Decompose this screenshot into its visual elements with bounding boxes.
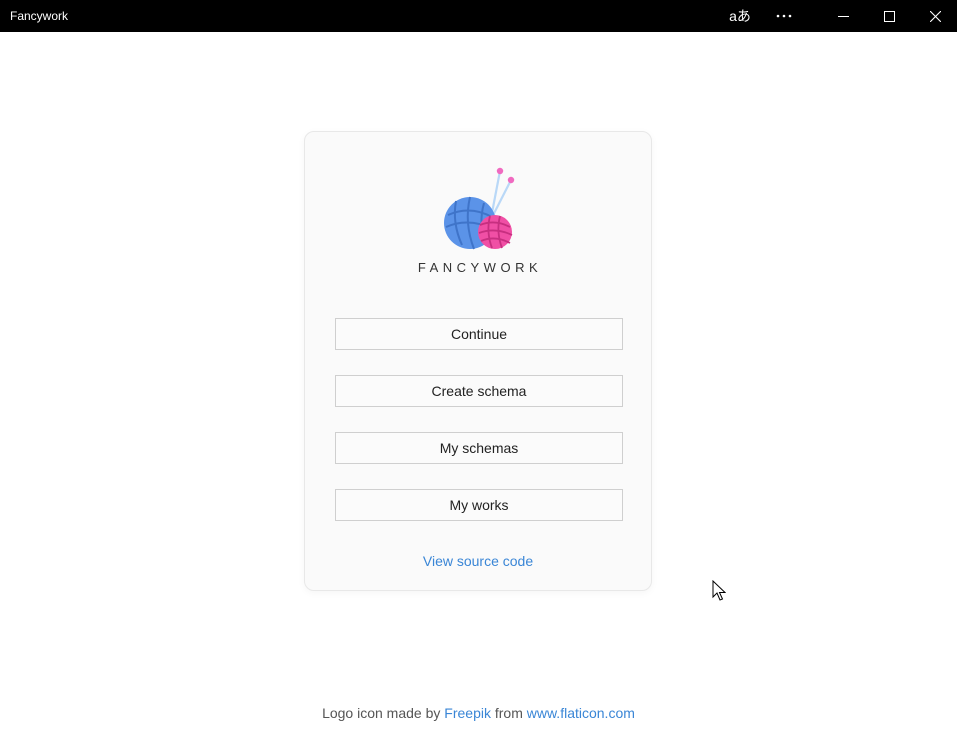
my-schemas-button[interactable]: My schemas	[335, 432, 623, 464]
flaticon-link[interactable]: www.flaticon.com	[527, 705, 635, 721]
continue-button[interactable]: Continue	[335, 318, 623, 350]
app-title: Fancywork	[10, 9, 69, 23]
more-icon	[776, 14, 792, 18]
mouse-cursor-icon	[712, 580, 726, 601]
create-schema-button[interactable]: Create schema	[335, 375, 623, 407]
brand-name: FANCYWORK	[417, 260, 543, 275]
view-source-link[interactable]: View source code	[305, 553, 651, 569]
attribution-middle: from	[494, 705, 523, 721]
start-card: FANCYWORK Continue Create schema My sche…	[304, 131, 652, 591]
title-bar: Fancywork aあ	[0, 0, 957, 32]
close-icon	[929, 10, 941, 22]
close-button[interactable]	[912, 0, 957, 32]
more-button[interactable]	[761, 0, 807, 32]
minimize-button[interactable]	[820, 0, 866, 32]
my-works-button[interactable]: My works	[335, 489, 623, 521]
yarn-balls-icon	[444, 167, 515, 250]
maximize-icon	[883, 10, 895, 22]
attribution: Logo icon made by Freepik from www.flati…	[0, 705, 957, 721]
maximize-button[interactable]	[866, 0, 912, 32]
attribution-prefix: Logo icon made by	[322, 705, 441, 721]
translate-icon: aあ	[729, 8, 751, 24]
minimize-icon	[837, 15, 849, 17]
freepik-link[interactable]: Freepik	[444, 705, 491, 721]
language-button[interactable]: aあ	[717, 0, 763, 32]
